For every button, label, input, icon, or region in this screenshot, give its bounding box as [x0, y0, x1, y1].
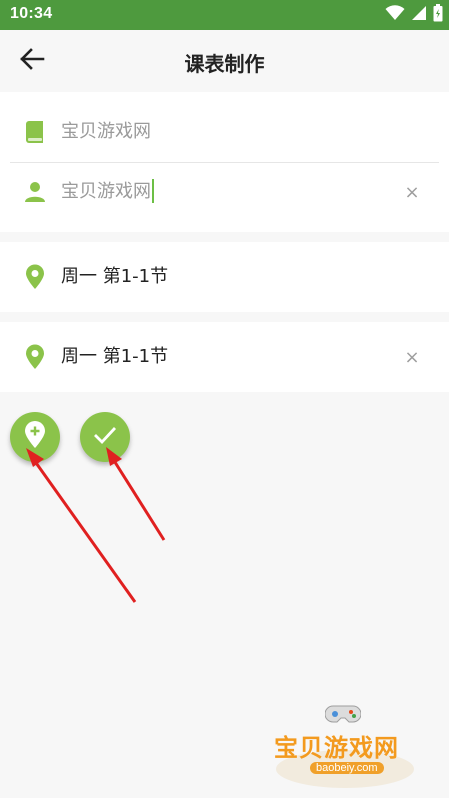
time-slot-card: 周一 第1-1节 ×: [0, 322, 449, 392]
gamepad-icon: [324, 702, 362, 726]
time-slot-text: 周一 第1-1节: [61, 266, 169, 287]
time-slot-row[interactable]: 周一 第1-1节: [0, 242, 449, 312]
time-slot-row[interactable]: 周一 第1-1节 ×: [0, 322, 449, 392]
teacher-field[interactable]: 宝贝游戏网 ×: [0, 157, 449, 227]
watermark-logo: 宝贝游戏网 baobeiy.com: [270, 700, 420, 792]
status-time: 10:34: [10, 5, 53, 22]
battery-icon: [433, 4, 443, 26]
person-icon: [22, 179, 48, 205]
clear-teacher-button[interactable]: ×: [401, 181, 423, 203]
text-cursor: [152, 179, 154, 203]
watermark-domain: baobeiy.com: [310, 762, 384, 774]
time-slot-card: 周一 第1-1节: [0, 242, 449, 312]
location-pin-icon: [22, 264, 48, 290]
time-slot-text: 周一 第1-1节: [61, 346, 169, 367]
status-bar: 10:34: [0, 0, 449, 30]
delete-slot-button[interactable]: ×: [401, 346, 423, 368]
signal-icon: [411, 5, 427, 25]
watermark-title: 宝贝游戏网: [274, 734, 399, 762]
wifi-icon: [385, 5, 405, 25]
confirm-button[interactable]: [80, 412, 130, 462]
add-time-slot-button[interactable]: [10, 412, 60, 462]
book-icon: [22, 119, 48, 145]
add-location-icon: [24, 421, 46, 453]
location-pin-icon: [22, 344, 48, 370]
app-bar: 课表制作: [0, 30, 449, 92]
teacher-value: 宝贝游戏网: [61, 181, 151, 202]
course-info-card: 宝贝游戏网 宝贝游戏网 ×: [0, 92, 449, 232]
teacher-input[interactable]: 宝贝游戏网: [61, 157, 154, 227]
page-title: 课表制作: [184, 52, 265, 76]
check-icon: [93, 425, 117, 449]
annotation-arrow: [26, 448, 137, 603]
annotation-arrow: [106, 447, 166, 541]
status-icons: [385, 4, 443, 26]
